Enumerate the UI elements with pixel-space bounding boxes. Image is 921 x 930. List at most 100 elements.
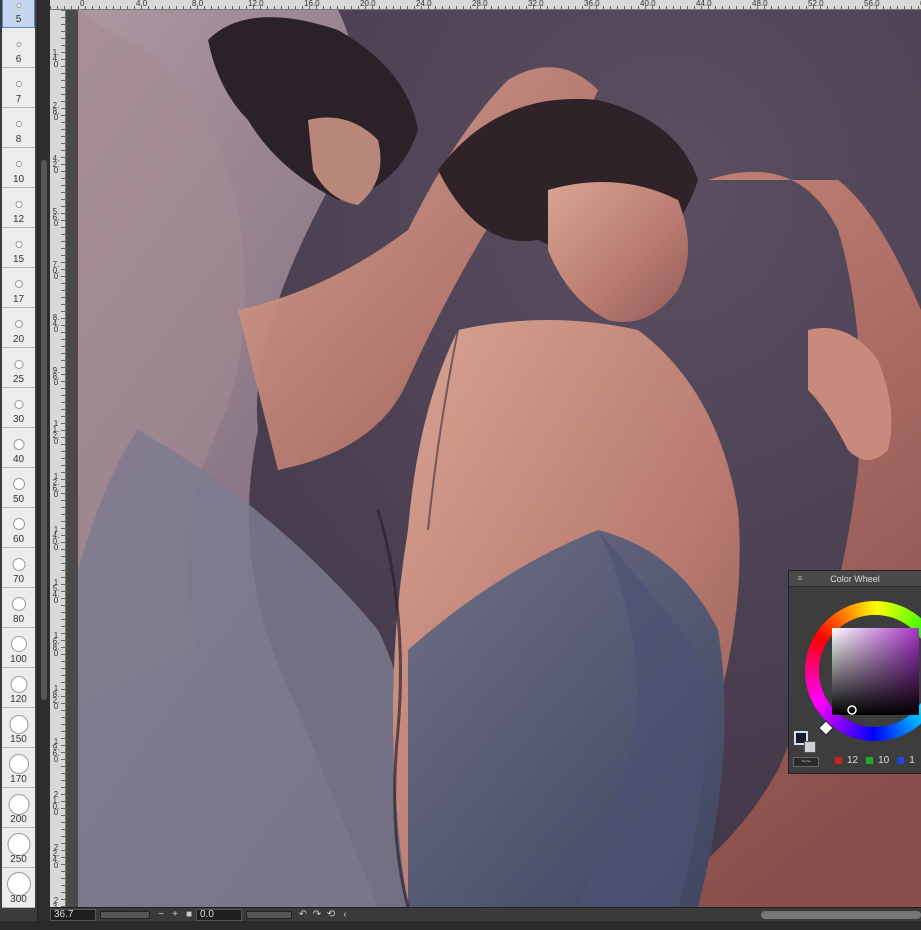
horizontal-ruler: 0 4.0 8.0 12.0 16.0 20.0 24.0 28.0 32.0 36.0 40.0 4…	[50, 0, 921, 10]
sub-color-swatch[interactable]	[804, 741, 816, 753]
rotate-right-icon[interactable]: ↷	[310, 909, 324, 921]
brush-size-label: 70	[12, 574, 25, 585]
ruler-tick-label: 19.6.0	[52, 737, 60, 764]
ruler-tick-label: 48.0	[752, 0, 768, 8]
ruler-tick-label: 9.8.0	[52, 366, 60, 387]
brush-preview-icon	[15, 281, 22, 287]
brush-size-label: 30	[12, 414, 25, 425]
brush-preview-icon	[16, 82, 21, 86]
brush-size-label: 20	[12, 334, 25, 345]
red-value[interactable]: 12	[847, 755, 858, 766]
ruler-tick-label: 14.0.0	[52, 525, 60, 552]
brush-size-40[interactable]: 40	[2, 428, 35, 468]
brush-size-label: 25	[12, 374, 25, 385]
brush-preview-icon	[15, 360, 22, 368]
brush-size-label: 10	[12, 174, 25, 185]
rotation-slider[interactable]	[246, 910, 292, 919]
brush-size-50[interactable]: 50	[2, 468, 35, 508]
brush-size-25[interactable]: 25	[2, 348, 35, 388]
brush-size-150[interactable]: 150	[2, 708, 35, 748]
canvas-gutter	[66, 10, 78, 907]
brush-preview-icon	[12, 598, 25, 610]
brush-size-100[interactable]: 100	[2, 628, 35, 668]
hamburger-menu-icon[interactable]: ≡	[795, 574, 805, 583]
ruler-tick-label: 52.0	[808, 0, 824, 8]
brush-preview-icon	[16, 122, 21, 126]
ruler-tick-label: 24.0	[416, 0, 432, 8]
brush-size-12[interactable]: 12	[2, 188, 35, 228]
zoom-in-button[interactable]: +	[168, 909, 182, 921]
brush-size-17[interactable]: 17	[2, 268, 35, 308]
brush-preview-icon	[8, 833, 29, 855]
ruler-tick-label: 5.6.0	[52, 207, 60, 228]
reset-rotation-icon[interactable]: ⟲	[324, 909, 338, 921]
brush-size-label: 250	[10, 854, 27, 865]
brush-size-70[interactable]: 70	[2, 548, 35, 588]
brush-size-scrollbar[interactable]	[38, 0, 50, 930]
brush-preview-icon	[13, 558, 24, 570]
brush-preview-icon	[11, 676, 26, 692]
brush-size-label: 12	[12, 214, 25, 225]
ruler-tick-label: 4.0	[136, 0, 148, 8]
brush-size-label: 8	[15, 134, 22, 145]
ruler-tick-label: 8.0	[192, 0, 204, 8]
color-wheel-panel: ≡ Color Wheel ~~ 12 10 1	[788, 570, 921, 774]
brush-preview-icon	[15, 321, 22, 327]
brush-size-5[interactable]: 5	[2, 0, 35, 28]
brush-size-30[interactable]: 30	[2, 388, 35, 428]
brush-preview-icon	[9, 755, 28, 773]
zoom-slider[interactable]	[100, 910, 150, 919]
blue-channel-icon	[897, 757, 905, 764]
scrollbar-thumb[interactable]	[41, 160, 47, 700]
brush-preview-icon	[17, 42, 20, 46]
brush-preview-icon	[13, 479, 24, 489]
stop-icon[interactable]: ■	[182, 909, 196, 921]
green-value[interactable]: 10	[878, 755, 889, 766]
brush-preview-icon	[9, 794, 28, 814]
brush-size-10[interactable]: 10	[2, 148, 35, 188]
brush-size-250[interactable]: 250	[2, 828, 35, 868]
chevron-left-icon[interactable]: ‹	[338, 909, 352, 921]
color-wheel-title-bar[interactable]: ≡ Color Wheel	[789, 571, 921, 587]
ruler-tick-label: 22.4.0	[52, 843, 60, 870]
brush-size-15[interactable]: 15	[2, 228, 35, 268]
brush-size-8[interactable]: 8	[2, 108, 35, 148]
brush-size-170[interactable]: 170	[2, 748, 35, 788]
brush-size-20[interactable]: 20	[2, 308, 35, 348]
bottom-edge	[0, 921, 921, 930]
blue-value[interactable]: 1	[909, 755, 915, 766]
brush-size-60[interactable]: 60	[2, 508, 35, 548]
zoom-input[interactable]: 36.7	[50, 908, 96, 921]
brush-size-120[interactable]: 120	[2, 668, 35, 708]
brush-size-200[interactable]: 200	[2, 788, 35, 828]
brush-size-label: 17	[12, 294, 25, 305]
rotation-input[interactable]: 0.0	[196, 908, 242, 921]
hue-segment[interactable]	[871, 601, 876, 616]
red-channel-icon	[835, 757, 842, 764]
brush-size-label: 6	[15, 54, 22, 65]
brush-preview-icon	[16, 241, 21, 247]
zoom-out-button[interactable]: −	[154, 909, 168, 921]
rotate-left-icon[interactable]: ↶	[296, 909, 310, 921]
hue-segment[interactable]	[874, 726, 879, 741]
brush-size-label: 60	[12, 534, 25, 545]
brush-size-label: 150	[10, 734, 27, 745]
ruler-tick-label: 2.8.0	[52, 101, 60, 122]
color-wheel[interactable]	[793, 591, 921, 751]
transparent-color-icon[interactable]: ~~	[793, 757, 819, 767]
ruler-tick-label: 15.4.0	[52, 578, 60, 605]
brush-size-6[interactable]: 6	[2, 28, 35, 68]
ruler-tick-label: 40.0	[640, 0, 656, 8]
horizontal-scrollbar[interactable]	[761, 910, 921, 919]
brush-size-label: 200	[10, 814, 27, 825]
rgb-values: 12 10 1	[835, 755, 915, 766]
brush-size-label: 7	[15, 94, 22, 105]
brush-size-80[interactable]: 80	[2, 588, 35, 628]
hue-segment[interactable]	[805, 670, 820, 675]
green-channel-icon	[866, 757, 874, 764]
ruler-tick-label: 36.0	[584, 0, 600, 8]
ruler-tick-label: 4.2.0	[52, 154, 60, 175]
brush-size-label: 15	[12, 254, 25, 265]
brush-size-300[interactable]: 300	[2, 868, 35, 908]
brush-size-7[interactable]: 7	[2, 68, 35, 108]
